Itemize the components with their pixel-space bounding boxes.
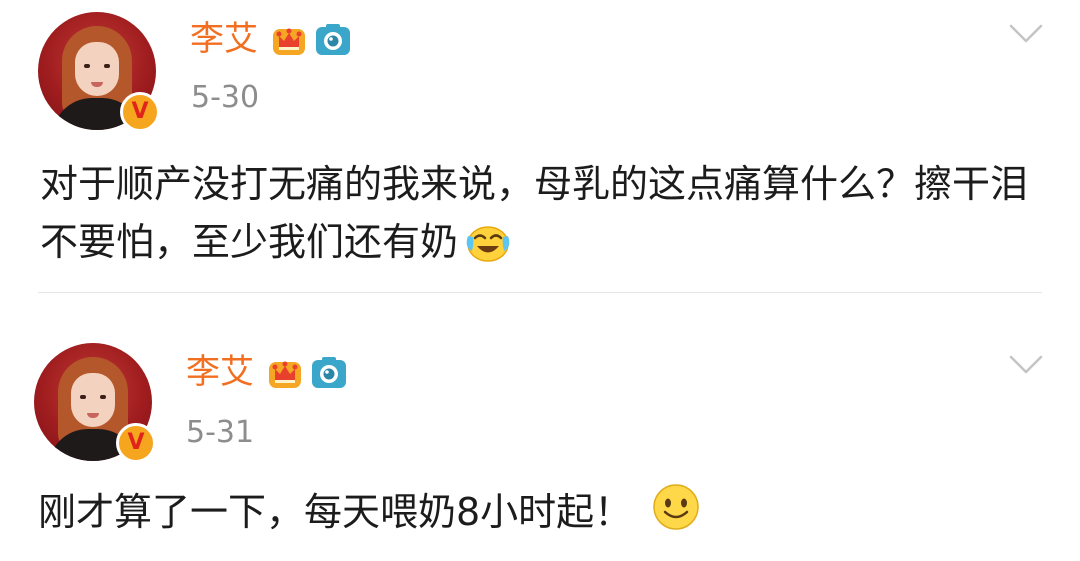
verified-badge-icon: V — [120, 92, 160, 132]
post-timestamp: 5-30 — [191, 80, 260, 115]
chevron-down-icon[interactable] — [1008, 20, 1044, 48]
username[interactable]: 李艾 — [186, 350, 254, 394]
author-row: 李艾 — [186, 349, 348, 395]
crown-icon[interactable] — [270, 21, 308, 57]
avatar[interactable]: V — [38, 12, 160, 132]
author-row: 李艾 — [190, 16, 352, 62]
post-text-body: 刚才算了一下，每天喂奶8小时起！ — [38, 490, 645, 534]
smile-emoji-icon — [653, 484, 700, 530]
verified-badge-icon: V — [116, 423, 156, 463]
post-timestamp: 5-31 — [186, 415, 255, 450]
chevron-down-icon[interactable] — [1008, 351, 1044, 379]
post-text: 刚才算了一下，每天喂奶8小时起！ — [38, 481, 1040, 541]
laugh-cry-emoji-icon — [466, 226, 510, 262]
username[interactable]: 李艾 — [190, 17, 258, 61]
camera-icon[interactable] — [310, 354, 348, 390]
weibo-post: V 李艾 5-30 对于顺产没打无痛的我来说，母乳的这点痛算什么？擦干泪不要怕，… — [0, 0, 1080, 292]
post-text: 对于顺产没打无痛的我来说，母乳的这点痛算什么？擦干泪不要怕，至少我们还有奶 — [40, 155, 1040, 271]
post-text-body: 对于顺产没打无痛的我来说，母乳的这点痛算什么？擦干泪不要怕，至少我们还有奶 — [40, 162, 1029, 264]
crown-icon[interactable] — [266, 354, 304, 390]
weibo-post: V 李艾 5-31 刚才算了一下，每天喂奶8小时起！ — [0, 293, 1080, 561]
camera-icon[interactable] — [314, 21, 352, 57]
avatar[interactable]: V — [34, 343, 156, 463]
